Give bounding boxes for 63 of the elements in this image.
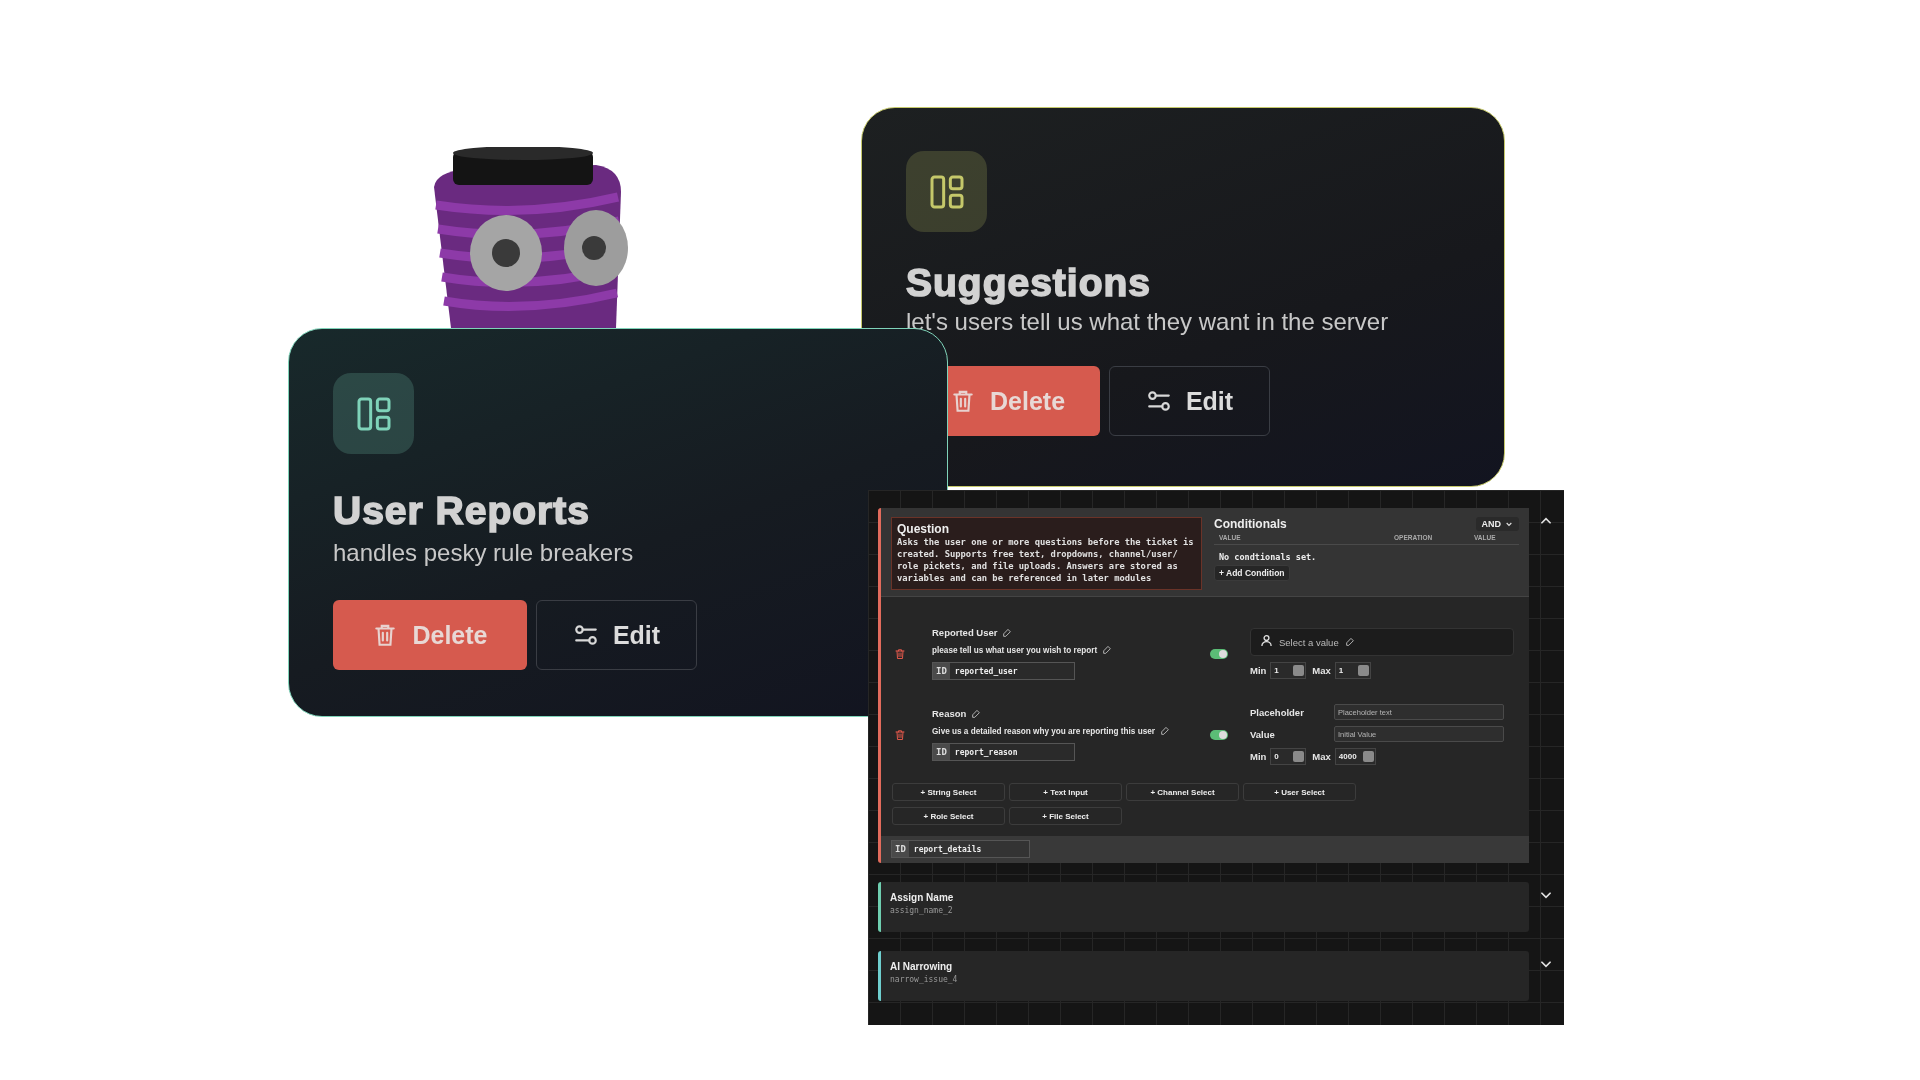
min-label: Min: [1250, 665, 1267, 676]
edit-button[interactable]: Edit: [1109, 366, 1270, 436]
spinner-icon[interactable]: [1293, 751, 1305, 762]
field-label: Placeholder: [1250, 706, 1305, 718]
add-component-button[interactable]: + String Select: [892, 783, 1005, 801]
number-field[interactable]: 0: [1270, 748, 1307, 765]
module-id: assign_name_2: [890, 906, 954, 915]
card-description: handles pesky rule breakers: [333, 538, 634, 568]
edit-button[interactable]: Edit: [536, 600, 697, 670]
id-label: ID: [933, 744, 950, 760]
number-field[interactable]: 1: [1334, 662, 1371, 679]
id-value: report_reason: [953, 747, 1018, 757]
number-field[interactable]: 4000: [1334, 748, 1376, 765]
field-prompt: please tell us what user you wish to report: [932, 645, 1098, 655]
trash-icon: [950, 388, 976, 414]
delete-icon[interactable]: [894, 647, 906, 660]
card-description: let's users tell us what they want in the server: [906, 308, 1389, 336]
id-value: report_details: [912, 844, 982, 854]
empty-message: No condtionals set.: [1219, 552, 1317, 562]
field-label: Reason: [932, 708, 967, 719]
min-label: Min: [1250, 751, 1267, 762]
max-label: Max: [1312, 665, 1331, 676]
pencil-icon[interactable]: [1002, 627, 1013, 638]
module-title: Question: [897, 522, 950, 536]
add-condition-button[interactable]: + Add Condition: [1214, 565, 1290, 581]
id-field[interactable]: ID reported_user: [932, 662, 1075, 680]
card-title: User Reports: [333, 488, 590, 534]
spinner-icon[interactable]: [1357, 665, 1369, 676]
field-prompt: Give us a detailed reason why you are reporting this user: [932, 726, 1155, 736]
sliders-icon: [1145, 388, 1172, 414]
user-select-field[interactable]: Select a value: [1250, 628, 1514, 656]
field-label: Value: [1250, 728, 1276, 740]
add-component-button[interactable]: + File Select: [1009, 807, 1122, 825]
module-id: narrow_issue_4: [890, 975, 959, 984]
section-title: Conditionals: [1214, 517, 1287, 531]
add-component-button[interactable]: + Role Select: [892, 807, 1005, 825]
card-title: Suggestions: [906, 260, 1152, 306]
toggle-switch[interactable]: [1210, 729, 1228, 740]
add-component-button[interactable]: + User Select: [1243, 783, 1356, 801]
pencil-icon[interactable]: [1102, 645, 1113, 655]
id-label: ID: [892, 841, 909, 857]
caret-icon: [1505, 520, 1513, 528]
module-description: Asks the user one or more questions before the ticket is created. Supports free text, dropdowns, channel/user/ role pickets, and file uploads. Answers are stored as variables and can be referenced in later modules: [897, 536, 1195, 584]
id-field[interactable]: ID report_reason: [932, 743, 1075, 761]
add-component-button[interactable]: + Channel Select: [1126, 783, 1239, 801]
id-field[interactable]: ID report_details: [891, 840, 1030, 858]
max-label: Max: [1312, 751, 1331, 762]
logic-dropdown[interactable]: AND: [1475, 517, 1519, 531]
id-value: reported_user: [953, 666, 1018, 676]
id-label: ID: [933, 663, 950, 679]
pencil-icon[interactable]: [971, 708, 982, 719]
pencil-icon[interactable]: [1159, 726, 1170, 736]
number-field[interactable]: 1: [1270, 662, 1307, 679]
spinner-icon[interactable]: [1293, 665, 1305, 676]
delete-icon[interactable]: [894, 728, 906, 741]
sliders-icon: [572, 622, 599, 648]
add-component-button[interactable]: + Text Input: [1009, 783, 1122, 801]
pencil-icon[interactable]: [1344, 637, 1355, 647]
toggle-switch[interactable]: [1210, 648, 1228, 659]
module-title: AI Narrowing: [890, 961, 954, 972]
spinner-icon[interactable]: [1362, 751, 1374, 762]
field-label: Reported User: [932, 627, 998, 638]
module-title: Assign Name: [890, 892, 955, 903]
